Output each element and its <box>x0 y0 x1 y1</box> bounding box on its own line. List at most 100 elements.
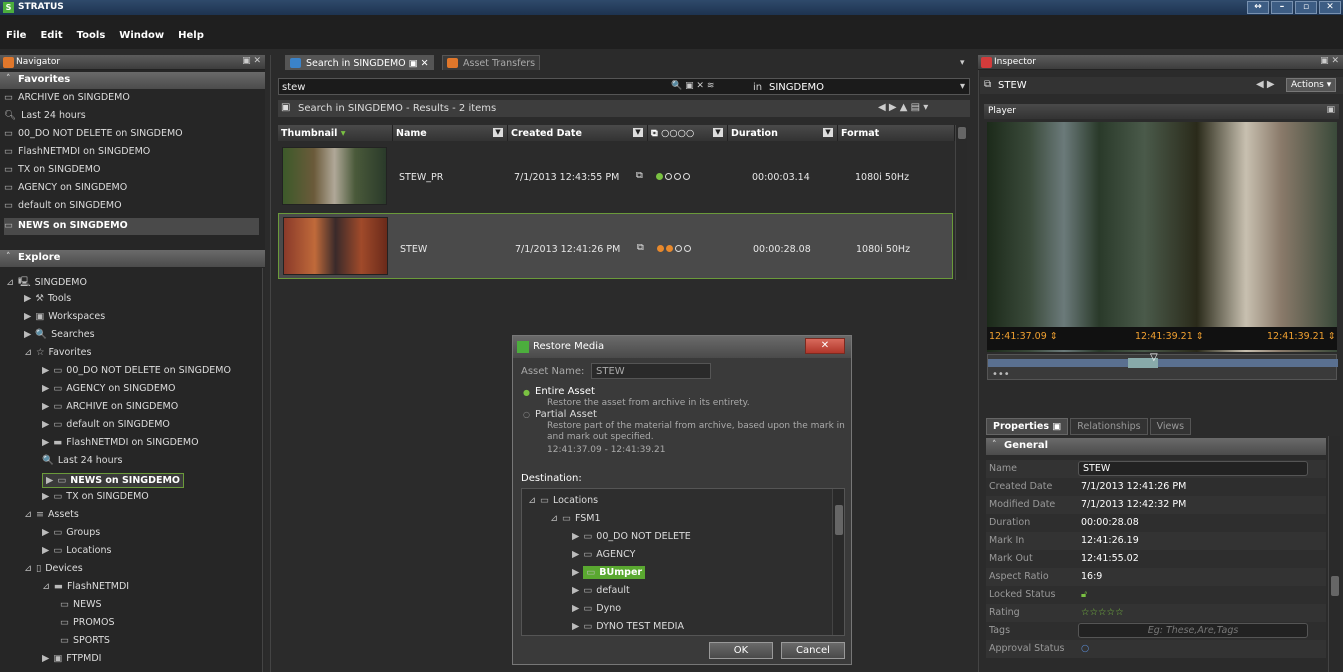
properties-scrollbar[interactable] <box>1328 436 1340 672</box>
expand-icon[interactable]: ▶ <box>572 603 579 614</box>
tree-item[interactable]: ▶ ▣ Workspaces <box>24 311 105 322</box>
expand-icon[interactable]: ⊿ <box>42 581 50 592</box>
asset-name-field[interactable]: STEW <box>591 363 711 379</box>
rating-stars[interactable]: ☆☆☆☆☆ <box>1081 607 1124 618</box>
destination-item[interactable]: ⊿ ▭ Locations <box>528 495 598 506</box>
close-button[interactable]: ✕ <box>1319 1 1341 14</box>
tree-item[interactable]: ▭ PROMOS <box>60 617 115 628</box>
menu-file[interactable]: File <box>6 30 26 41</box>
tree-item[interactable]: ▭ NEWS <box>60 599 102 610</box>
destination-item[interactable]: ▶ ▭ BUmper <box>572 566 646 579</box>
destination-item[interactable]: ▶ ▭ DYNO TEST MEDIA <box>572 621 684 632</box>
expand-icon[interactable]: ⊿ <box>550 513 558 524</box>
tree-item[interactable]: ⊿ 🖳 SINGDEMO <box>6 275 87 291</box>
table-row-selected[interactable]: STEW 7/1/2013 12:41:26 PM ⧉ 00:00:28.08 … <box>278 213 953 279</box>
results-scrollbar[interactable] <box>955 125 967 280</box>
favorite-item[interactable]: ▭ FlashNETMDI on SINGDEMO <box>4 146 150 157</box>
tree-item[interactable]: ▶ ▭ ARCHIVE on SINGDEMO <box>42 401 178 412</box>
col-created[interactable]: Created Date ▼ <box>508 125 648 141</box>
expand-icon[interactable]: ▶ <box>42 437 49 448</box>
favorite-item[interactable]: ▭ default on SINGDEMO <box>4 200 122 211</box>
favorites-section[interactable]: Favorites <box>0 72 265 89</box>
expand-icon[interactable]: ⊿ <box>24 509 32 520</box>
menu-window[interactable]: Window <box>119 30 164 41</box>
tree-item[interactable]: ▶ ▬ FlashNETMDI on SINGDEMO <box>42 437 199 448</box>
panel-close-icon[interactable]: ▣ ✕ <box>242 56 261 66</box>
expand-icon[interactable]: ▶ <box>572 531 579 542</box>
destination-scrollbar[interactable] <box>832 489 844 635</box>
col-status[interactable]: ⧉ ○○○○ ▼ <box>648 125 728 141</box>
tc-out[interactable]: 12:41:39.21 ⇕ <box>1267 331 1336 342</box>
expand-icon[interactable]: ▶ <box>572 549 579 560</box>
ok-button[interactable]: OK <box>709 642 773 659</box>
favorite-item[interactable]: ▭ 00_DO NOT DELETE on SINGDEMO <box>4 128 183 139</box>
partial-radio[interactable]: ○ <box>523 410 530 419</box>
tree-item[interactable]: ▶ ▭ TX on SINGDEMO <box>42 491 149 502</box>
tree-item[interactable]: ⊿ ▬ FlashNETMDI <box>42 581 129 592</box>
destination-item[interactable]: ▶ ▭ 00_DO NOT DELETE <box>572 531 691 542</box>
tree-item[interactable]: ▶ ▭ 00_DO NOT DELETE on SINGDEMO <box>42 365 231 376</box>
scope-dropdown-icon[interactable]: ▾ <box>960 81 965 92</box>
expand-icon[interactable]: ▶ <box>24 293 31 304</box>
panel-close-icon[interactable]: ▣ ✕ <box>1320 56 1339 66</box>
explore-section[interactable]: Explore <box>0 250 265 267</box>
destination-item[interactable]: ▶ ▭ Dyno <box>572 603 621 614</box>
favorite-item[interactable]: ▭ ARCHIVE on SINGDEMO <box>4 92 130 103</box>
favorite-item[interactable]: ▭ TX on SINGDEMO <box>4 164 100 175</box>
destination-item[interactable]: ⊿ ▭ FSM1 <box>550 513 601 524</box>
search-tools-icon[interactable]: 🔍 ▣ ✕ ≋ <box>671 81 714 91</box>
entire-radio[interactable]: ● <box>523 388 530 397</box>
player-popout-icon[interactable]: ▣ <box>1326 105 1335 115</box>
expand-icon[interactable]: ▶ <box>572 621 579 632</box>
expand-icon[interactable]: ▶ <box>46 475 53 486</box>
destination-item[interactable]: ▶ ▭ default <box>572 585 630 596</box>
results-nav-icons[interactable]: ◀ ▶ ▲ ▤ ▾ <box>878 102 928 113</box>
tree-item[interactable]: ▶ ▭ Locations <box>42 545 111 556</box>
tab-views[interactable]: Views <box>1149 418 1192 435</box>
scrubber-bar[interactable]: ▽ ••• <box>987 352 1338 380</box>
playhead-icon[interactable]: ▽ <box>1150 352 1158 363</box>
expand-icon[interactable]: ▶ <box>42 383 49 394</box>
menu-tools[interactable]: Tools <box>77 30 106 41</box>
destination-item[interactable]: ▶ ▭ AGENCY <box>572 549 635 560</box>
general-section[interactable]: General <box>986 438 1326 455</box>
col-thumbnail[interactable]: Thumbnail ▾ <box>278 125 393 141</box>
more-icon[interactable]: ••• <box>992 369 1010 380</box>
tree-item[interactable]: ⊿ ≡ Assets <box>24 509 79 520</box>
navigator-scrollbar[interactable] <box>262 268 265 672</box>
expand-icon[interactable]: ▶ <box>572 585 579 596</box>
approval-status-icon[interactable]: ○ <box>1081 643 1089 654</box>
lock-icon[interactable]: 🔓︎ <box>1081 589 1087 600</box>
expand-icon[interactable]: ▶ <box>24 311 31 322</box>
col-duration[interactable]: Duration ▼ <box>728 125 838 141</box>
menu-edit[interactable]: Edit <box>40 30 62 41</box>
tc-current[interactable]: 12:41:39.21 ⇕ <box>1135 331 1204 342</box>
asset-nav-icons[interactable]: ◀ ▶ <box>1256 79 1275 90</box>
copy-icon[interactable]: ⧉ <box>637 242 644 253</box>
search-box[interactable]: stew 🔍 ▣ ✕ ≋ in SINGDEMO ▾ <box>278 78 970 95</box>
tree-item[interactable]: ▶ ▭ Groups <box>42 527 100 538</box>
search-scope-select[interactable]: SINGDEMO <box>769 82 824 93</box>
search-input[interactable]: stew <box>282 82 305 93</box>
expand-icon[interactable]: ⊿ <box>24 563 32 574</box>
expand-icon[interactable]: ⊿ <box>528 495 536 506</box>
expand-icon[interactable]: ▶ <box>572 567 579 578</box>
cancel-button[interactable]: Cancel <box>781 642 845 659</box>
col-name[interactable]: Name ▼ <box>393 125 508 141</box>
table-row[interactable]: STEW_PR 7/1/2013 12:43:55 PM ⧉ 00:00:03.… <box>278 143 953 209</box>
expand-icon[interactable]: ▶ <box>42 365 49 376</box>
tree-item[interactable]: ▶ ▭ AGENCY on SINGDEMO <box>42 383 176 394</box>
tc-in[interactable]: 12:41:37.09 ⇕ <box>989 331 1058 342</box>
expand-icon[interactable]: ▶ <box>24 329 31 340</box>
tree-item[interactable]: 🔍 Last 24 hours <box>42 455 122 466</box>
copy-icon[interactable]: ⧉ <box>636 170 643 181</box>
favorite-item[interactable]: ▭ NEWS on SINGDEMO <box>4 218 259 235</box>
restore-icon[interactable]: ↔ <box>1247 1 1269 14</box>
tab-asset-transfers[interactable]: Asset Transfers <box>442 55 541 70</box>
expand-icon[interactable]: ⊿ <box>6 277 14 288</box>
menu-help[interactable]: Help <box>178 30 204 41</box>
tab-relationships[interactable]: Relationships <box>1070 418 1148 435</box>
maximize-button[interactable]: ▫ <box>1295 1 1317 14</box>
tree-item[interactable]: ▶ ▭ NEWS on SINGDEMO <box>42 473 184 488</box>
tree-item[interactable]: ⊿ ☆ Favorites <box>24 347 91 358</box>
